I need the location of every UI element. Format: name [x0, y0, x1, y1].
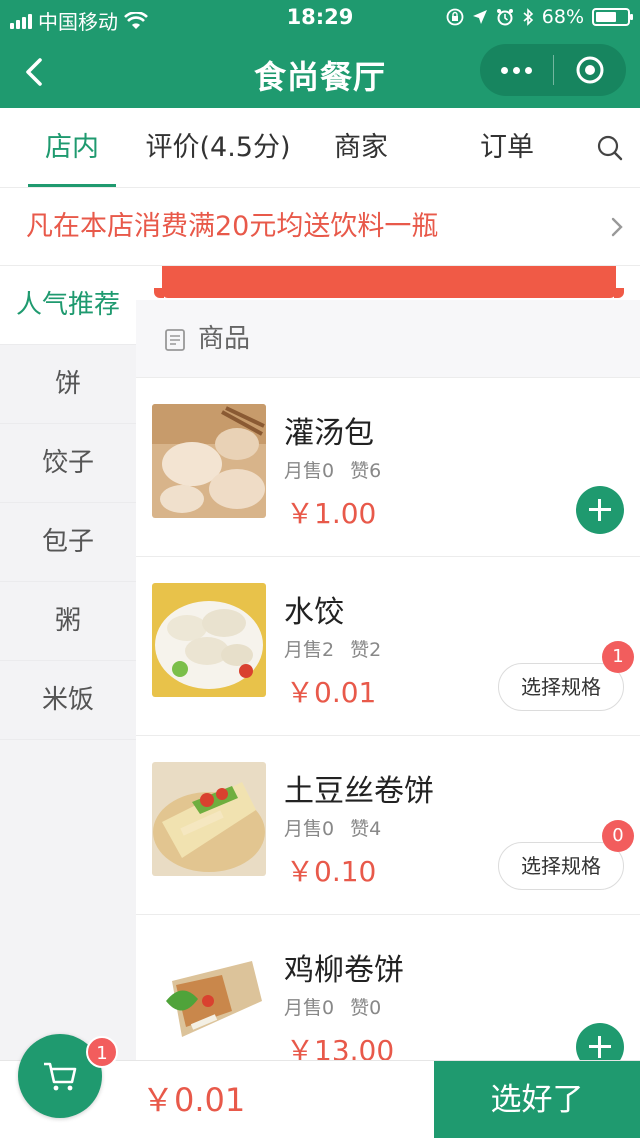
product-price: ￥0.10: [286, 855, 377, 888]
product-image-soup-dumplings: [152, 404, 266, 518]
lock-rotation-icon: [446, 8, 464, 26]
tab-bar: 店内 评价(4.5分) 商家 订单: [0, 108, 640, 188]
red-ribbon-banner: [154, 266, 624, 298]
tab-merchant[interactable]: 商家: [320, 108, 402, 188]
product-meta: 月售2 赞2: [284, 635, 381, 662]
sidebar-item-porridge[interactable]: 粥: [0, 582, 136, 661]
status-bar: 中国移动 18:29 68%: [0, 0, 640, 36]
alarm-icon: [496, 9, 513, 26]
add-to-cart-button[interactable]: [576, 486, 624, 534]
quantity-badge: 0: [602, 820, 634, 852]
section-label: 商品: [198, 324, 251, 354]
sidebar-item-rice[interactable]: 米饭: [0, 661, 136, 740]
category-sidebar: 人气推荐 饼 饺子 包子 粥 米饭: [0, 266, 136, 1138]
product-likes: 赞6: [350, 460, 382, 482]
document-icon: [165, 329, 185, 351]
target-icon[interactable]: [554, 55, 627, 85]
product-price: ￥1.00: [286, 497, 377, 530]
sidebar-item-popular[interactable]: 人气推荐: [0, 266, 136, 345]
product-likes: 赞4: [350, 818, 382, 840]
search-icon[interactable]: [596, 134, 624, 162]
product-likes: 赞2: [350, 639, 382, 661]
product-meta: 月售0 赞6: [284, 456, 381, 483]
tab-reviews[interactable]: 评价(4.5分): [140, 108, 296, 188]
promo-banner[interactable]: 凡在本店消费满20元均送饮料一瓶: [0, 188, 640, 266]
promo-text: 凡在本店消费满20元均送饮料一瓶: [26, 211, 439, 242]
product-item[interactable]: 灌汤包 月售0 赞6 ￥1.00: [136, 378, 640, 557]
product-sales: 月售0: [284, 818, 335, 840]
cart-total: ￥0.01: [142, 1081, 246, 1119]
battery-percent: 68%: [541, 6, 584, 28]
battery-level: [596, 12, 616, 22]
status-right: 68%: [446, 6, 633, 28]
product-item[interactable]: 水饺 月售2 赞2 ￥0.01 选择规格 1: [136, 557, 640, 736]
quantity-badge: 1: [602, 641, 634, 673]
product-name: 土豆丝卷饼: [284, 774, 434, 809]
sidebar-item-dumplings[interactable]: 饺子: [0, 424, 136, 503]
product-image-dumplings: [152, 583, 266, 697]
section-header: 商品: [136, 300, 640, 378]
select-spec-button[interactable]: 选择规格: [498, 842, 624, 890]
product-sales: 月售2: [284, 639, 335, 661]
chevron-right-icon: [611, 217, 623, 237]
more-dots-icon[interactable]: [480, 66, 553, 74]
product-price: ￥0.01: [286, 676, 377, 709]
product-sales: 月售0: [284, 460, 335, 482]
product-sales: 月售0: [284, 997, 335, 1019]
product-meta: 月售0 赞0: [284, 993, 381, 1020]
nav-bar: 食尚餐厅: [0, 36, 640, 108]
sidebar-item-buns[interactable]: 包子: [0, 503, 136, 582]
product-item[interactable]: 土豆丝卷饼 月售0 赞4 ￥0.10 选择规格 0: [136, 736, 640, 915]
checkout-button[interactable]: 选好了: [434, 1061, 640, 1138]
mini-program-capsule: [480, 44, 626, 96]
product-meta: 月售0 赞4: [284, 814, 381, 841]
battery-icon: [592, 8, 633, 26]
product-list: 商品 灌汤包 月售0 赞6 ￥1.00 水饺 月售2 赞2 ￥0.01 选择规格…: [136, 266, 640, 1138]
location-icon: [472, 10, 487, 24]
sidebar-item-pancake[interactable]: 饼: [0, 345, 136, 424]
tab-in-store[interactable]: 店内: [28, 108, 116, 188]
cart-badge: 1: [86, 1036, 118, 1068]
product-image-chicken-roll: [152, 941, 266, 1055]
product-likes: 赞0: [350, 997, 382, 1019]
product-image-potato-roll: [152, 762, 266, 876]
cart-icon: [44, 1062, 77, 1091]
select-spec-button[interactable]: 选择规格: [498, 663, 624, 711]
product-name: 鸡柳卷饼: [284, 953, 404, 988]
tab-orders[interactable]: 订单: [466, 108, 548, 188]
product-name: 水饺: [284, 595, 344, 630]
product-name: 灌汤包: [284, 416, 374, 451]
tab-active-indicator: [28, 184, 116, 187]
bluetooth-icon: [523, 8, 533, 26]
